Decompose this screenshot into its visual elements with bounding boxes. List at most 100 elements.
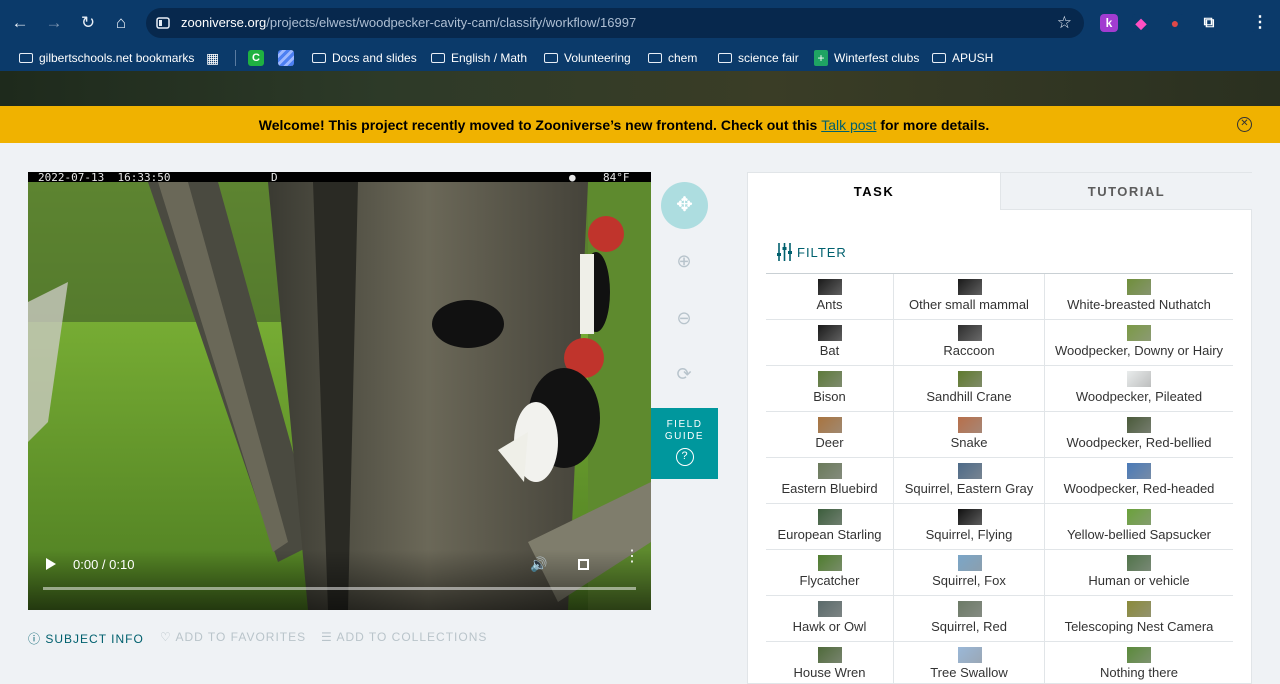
subject-info-label: SUBJECT INFO (45, 632, 144, 646)
add-to-favorites-link[interactable]: ♡ ADD TO FAVORITES (160, 630, 306, 644)
browser-menu-icon[interactable]: ⋮ (1251, 14, 1269, 32)
choice-label: House Wren (793, 665, 866, 680)
choice-european-starling[interactable]: European Starling (766, 504, 894, 550)
choice-label: Woodpecker, Downy or Hairy (1054, 343, 1224, 358)
fullscreen-icon[interactable] (578, 559, 589, 570)
apps-grid-icon[interactable]: ▦ (206, 50, 219, 67)
choice-house-wren[interactable]: House Wren (766, 642, 894, 684)
bookmark-gilbertschools[interactable]: gilbertschools.net bookmarks (19, 51, 194, 65)
filter-button[interactable]: FILTER (776, 243, 847, 261)
bookmark-science-fair[interactable]: science fair (718, 51, 799, 65)
choice-woodpecker-pileated[interactable]: Woodpecker, Pileated (1045, 366, 1233, 412)
choice-squirrel-red[interactable]: Squirrel, Red (894, 596, 1045, 642)
move-tool-icon[interactable]: ✥ (661, 182, 708, 229)
striped-app-icon[interactable] (278, 50, 294, 66)
folder-icon (312, 53, 326, 63)
choice-woodpecker-red-bellied[interactable]: Woodpecker, Red-bellied (1045, 412, 1233, 458)
video-progress-bar[interactable] (43, 587, 636, 590)
choice-other-small-mammal[interactable]: Other small mammal (894, 274, 1045, 320)
extension-record-icon[interactable]: ● (1166, 14, 1184, 32)
close-banner-icon[interactable]: ✕ (1237, 117, 1252, 132)
choice-thumbnail (957, 647, 982, 663)
forward-arrow-icon[interactable]: → (42, 11, 66, 35)
add-to-collections-link[interactable]: ☰ ADD TO COLLECTIONS (321, 630, 487, 644)
tab-task[interactable]: TASK (748, 173, 1000, 210)
choice-tree-swallow[interactable]: Tree Swallow (894, 642, 1045, 684)
bookmark-star-icon[interactable]: ☆ (1057, 13, 1072, 33)
choice-squirrel-eastern-gray[interactable]: Squirrel, Eastern Gray (894, 458, 1045, 504)
question-icon: ? (675, 448, 694, 466)
bookmark-english-math[interactable]: English / Math (431, 51, 527, 65)
choice-eastern-bluebird[interactable]: Eastern Bluebird (766, 458, 894, 504)
choice-thumbnail (957, 509, 982, 525)
choice-hawk-or-owl[interactable]: Hawk or Owl (766, 596, 894, 642)
choice-woodpecker-red-headed[interactable]: Woodpecker, Red-headed (1045, 458, 1233, 504)
choice-flycatcher[interactable]: Flycatcher (766, 550, 894, 596)
url-text[interactable]: zooniverse.org/projects/elwest/woodpecke… (181, 15, 636, 30)
choice-label: Squirrel, Fox (932, 573, 1006, 588)
announcement-tail: for more details. (880, 117, 990, 133)
folder-icon (932, 53, 946, 63)
task-panel: TASK TUTORIAL FILTER Ants Other small mam… (747, 172, 1252, 684)
tab-tutorial[interactable]: TUTORIAL (1000, 173, 1252, 210)
choice-label: Sandhill Crane (926, 389, 1012, 404)
choice-bat[interactable]: Bat (766, 320, 894, 366)
filter-label: FILTER (797, 244, 847, 260)
choice-yellow-bellied-sapsucker[interactable]: Yellow-bellied Sapsucker (1045, 504, 1233, 550)
reload-icon[interactable]: ↻ (76, 11, 100, 35)
talk-post-link[interactable]: Talk post (821, 117, 876, 133)
subject-video[interactable]: 2022-07-13 16:33:50 D ● 84°F 0:00 / 0:10… (28, 172, 651, 610)
subject-info-link[interactable]: ⓘ SUBJECT INFO (28, 630, 144, 647)
extension-video-icon[interactable]: ◆ (1132, 14, 1150, 32)
browser-toolbar: ← → ↻ ⌂ zooniverse.org/projects/elwest/w… (0, 0, 1280, 46)
bookmark-winterfest-clubs[interactable]: + Winterfest clubs (814, 50, 919, 66)
bookmark-docs-and-slides[interactable]: Docs and slides (312, 51, 417, 65)
choice-label: Eastern Bluebird (781, 481, 878, 496)
back-arrow-icon[interactable]: ← (8, 11, 32, 35)
zoom-out-icon[interactable]: ⊖ (672, 306, 696, 330)
choice-label: Hawk or Owl (792, 619, 867, 634)
field-guide-button[interactable]: FIELD GUIDE ? (651, 408, 718, 479)
folder-icon (431, 53, 445, 63)
collections-label: ADD TO COLLECTIONS (336, 630, 488, 644)
play-icon[interactable] (46, 558, 56, 570)
choice-squirrel-flying[interactable]: Squirrel, Flying (894, 504, 1045, 550)
bookmark-separator (235, 50, 236, 66)
choice-thumbnail (1127, 371, 1151, 387)
choice-bison[interactable]: Bison (766, 366, 894, 412)
choice-snake[interactable]: Snake (894, 412, 1045, 458)
choice-label: Woodpecker, Pileated (1075, 389, 1203, 404)
choice-sandhill-crane[interactable]: Sandhill Crane (894, 366, 1045, 412)
bookmark-chem[interactable]: chem (648, 51, 697, 65)
classroom-icon[interactable]: C (248, 50, 264, 66)
address-bar[interactable]: zooniverse.org/projects/elwest/woodpecke… (146, 8, 1084, 38)
extensions-puzzle-icon[interactable]: ⧉ (1200, 14, 1218, 32)
choice-nothing-there[interactable]: Nothing there (1045, 642, 1233, 684)
choice-woodpecker-downy-or-hairy[interactable]: Woodpecker, Downy or Hairy (1045, 320, 1233, 366)
choice-label: Yellow-bellied Sapsucker (1066, 527, 1212, 542)
bookmark-label: gilbertschools.net bookmarks (39, 51, 195, 65)
bookmark-apush[interactable]: APUSH (932, 51, 993, 65)
choice-white-breasted-nuthatch[interactable]: White-breasted Nuthatch (1045, 274, 1233, 320)
bookmark-label: Docs and slides (332, 51, 417, 65)
choice-label: Woodpecker, Red-bellied (1066, 435, 1212, 450)
rotate-icon[interactable]: ⟳ (672, 362, 696, 386)
choice-thumbnail (1127, 463, 1151, 479)
choice-telescoping-nest-camera[interactable]: Telescoping Nest Camera (1045, 596, 1233, 642)
choice-deer[interactable]: Deer (766, 412, 894, 458)
volume-icon[interactable]: 🔊 (530, 556, 547, 573)
site-info-icon[interactable] (156, 16, 170, 30)
extension-k-icon[interactable]: k (1100, 14, 1118, 32)
bookmark-label: Winterfest clubs (834, 51, 920, 65)
choice-label: Squirrel, Red (931, 619, 1007, 634)
choice-label: European Starling (777, 527, 882, 542)
choice-thumbnail (1127, 509, 1151, 525)
choice-ants[interactable]: Ants (766, 274, 894, 320)
choice-raccoon[interactable]: Raccoon (894, 320, 1045, 366)
video-more-icon[interactable]: ⋮ (624, 549, 640, 565)
home-icon[interactable]: ⌂ (109, 11, 133, 35)
choice-human-or-vehicle[interactable]: Human or vehicle (1045, 550, 1233, 596)
choice-squirrel-fox[interactable]: Squirrel, Fox (894, 550, 1045, 596)
bookmark-volunteering[interactable]: Volunteering (544, 51, 631, 65)
zoom-in-icon[interactable]: ⊕ (672, 249, 696, 273)
